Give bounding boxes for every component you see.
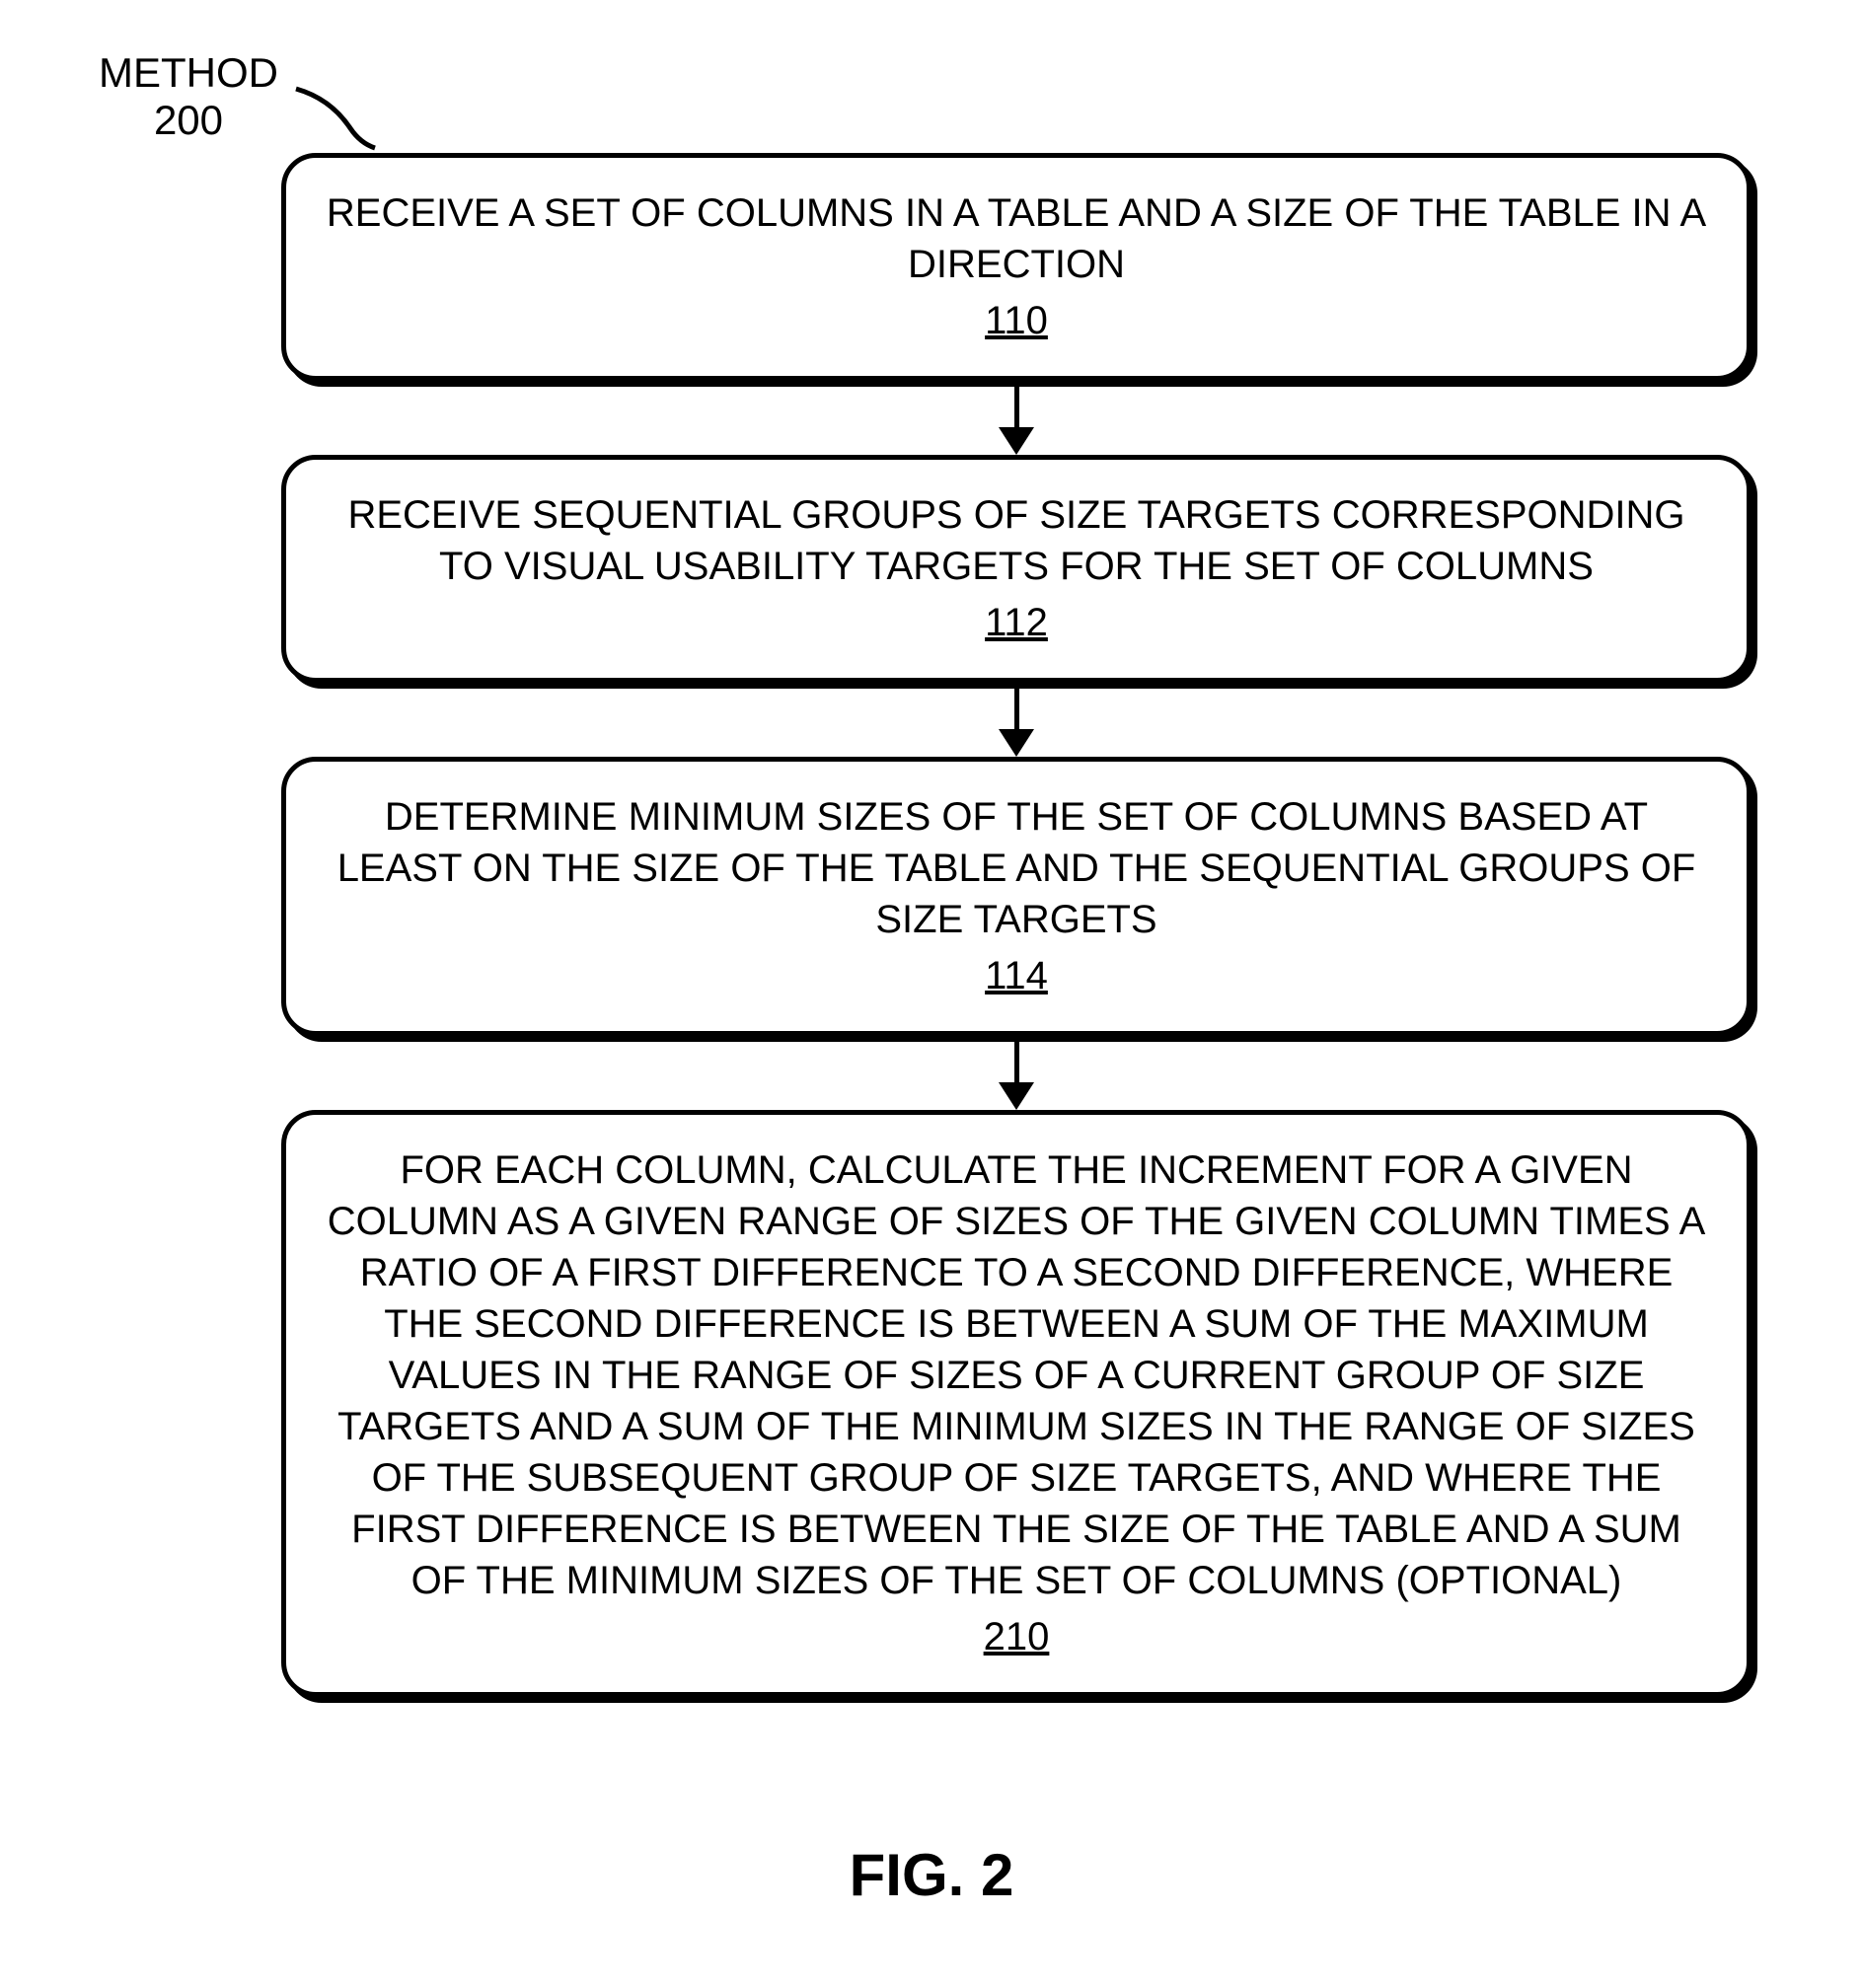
flow-arrow bbox=[281, 381, 1751, 455]
flow-arrow bbox=[281, 683, 1751, 757]
step-number: 110 bbox=[326, 295, 1707, 346]
step-number: 210 bbox=[326, 1611, 1707, 1662]
method-label: METHOD 200 bbox=[99, 49, 278, 144]
method-pointer-curve bbox=[291, 84, 390, 153]
step-text: RECEIVE A SET OF COLUMNS IN A TABLE AND … bbox=[327, 191, 1706, 286]
step-text: DETERMINE MINIMUM SIZES OF THE SET OF CO… bbox=[337, 795, 1696, 941]
flow-step-210: FOR EACH COLUMN, CALCULATE THE INCREMENT… bbox=[281, 1110, 1751, 1697]
flowchart: RECEIVE A SET OF COLUMNS IN A TABLE AND … bbox=[281, 153, 1751, 1697]
method-title: METHOD bbox=[99, 49, 278, 97]
step-number: 114 bbox=[326, 950, 1707, 1001]
step-text: FOR EACH COLUMN, CALCULATE THE INCREMENT… bbox=[328, 1148, 1706, 1602]
step-text: RECEIVE SEQUENTIAL GROUPS OF SIZE TARGET… bbox=[347, 493, 1684, 588]
method-number: 200 bbox=[99, 97, 278, 144]
flow-step-110: RECEIVE A SET OF COLUMNS IN A TABLE AND … bbox=[281, 153, 1751, 381]
flow-step-114: DETERMINE MINIMUM SIZES OF THE SET OF CO… bbox=[281, 757, 1751, 1036]
step-number: 112 bbox=[326, 597, 1707, 648]
flow-arrow bbox=[281, 1036, 1751, 1110]
figure-label: FIG. 2 bbox=[0, 1841, 1863, 1909]
flow-step-112: RECEIVE SEQUENTIAL GROUPS OF SIZE TARGET… bbox=[281, 455, 1751, 683]
